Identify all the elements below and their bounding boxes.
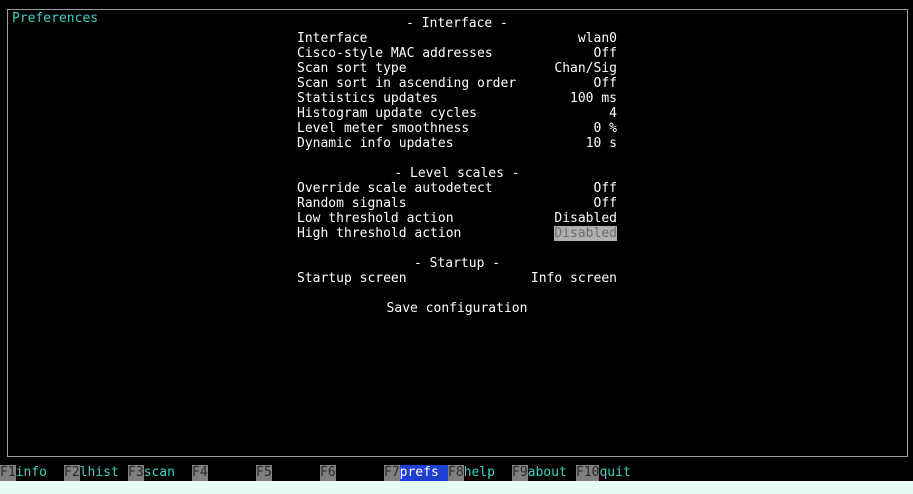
pref-row-override-scale[interactable]: Override scale autodetect Off [297,181,617,196]
fkey-number: F6 [320,465,336,481]
pref-value[interactable]: 4 [609,106,617,121]
pref-label: Random signals [297,196,407,211]
pref-row-scan-sort-type[interactable]: Scan sort type Chan/Sig [297,61,617,76]
fkey-number: F3 [128,465,144,481]
pref-label: Interface [297,31,368,46]
fkey-label [272,465,320,481]
section-heading-interface: - Interface - [406,16,508,31]
pref-row-scan-sort-ascending[interactable]: Scan sort in ascending order Off [297,76,617,91]
preferences-menu: - Interface - Interface wlan0 Cisco-styl… [297,16,617,316]
fkey-label: info [15,465,47,480]
pref-row-histogram-cycles[interactable]: Histogram update cycles 4 [297,106,617,121]
function-key-bar: F1 info F2 lhist F3 scan F4 F5 F6 F7 prefs F… [0,465,913,481]
pref-label: Statistics updates [297,91,438,106]
fkey-label: prefs [399,465,448,481]
fkey-label: quit [599,465,631,480]
fkey-f6[interactable]: F6 [320,465,384,481]
pref-row-dynamic-info-updates[interactable]: Dynamic info updates 10 s [297,136,617,151]
pref-row-level-meter-smoothness[interactable]: Level meter smoothness 0 % [297,121,617,136]
pref-label: Scan sort in ascending order [297,76,517,91]
fkey-info[interactable]: F1 info [0,465,64,481]
terminal-bottom-strip [0,481,913,494]
pref-value[interactable]: 0 % [594,121,617,136]
pref-label: Low threshold action [297,211,454,226]
pref-row-low-threshold[interactable]: Low threshold action Disabled [297,211,617,226]
pref-value[interactable]: Chan/Sig [554,61,617,76]
pref-row-random-signals[interactable]: Random signals Off [297,196,617,211]
fkey-label [336,465,384,481]
fkey-number: F9 [512,465,528,481]
pref-value[interactable]: 100 ms [570,91,617,106]
fkey-label: scan [143,465,175,480]
pref-row-high-threshold[interactable]: High threshold action Disabled [297,226,617,241]
fkey-number: F5 [256,465,272,481]
fkey-number: F1 [0,465,16,481]
pref-label: High threshold action [297,226,462,241]
pref-value[interactable]: Disabled [554,211,617,226]
pref-label: Startup screen [297,271,407,286]
pref-row-startup-screen[interactable]: Startup screen Info screen [297,271,617,286]
fkey-number: F8 [448,465,464,481]
pref-label: Level meter smoothness [297,121,470,136]
pref-label: Cisco-style MAC addresses [297,46,493,61]
pref-value-selected[interactable]: Disabled [554,226,617,241]
pref-value[interactable]: Off [594,196,617,211]
pref-value[interactable]: Off [594,181,617,196]
pref-row-statistics-updates[interactable]: Statistics updates 100 ms [297,91,617,106]
fkey-quit[interactable]: F10 quit [576,465,640,481]
pref-label: Histogram update cycles [297,106,478,121]
section-heading-level-scales: - Level scales - [394,166,520,181]
save-configuration-button[interactable]: Save configuration [297,301,617,316]
fkey-label: about [527,465,567,480]
fkey-help[interactable]: F8 help [448,465,512,481]
pref-value[interactable]: Info screen [531,271,617,286]
fkey-scan[interactable]: F3 scan [128,465,192,481]
pref-value[interactable]: Off [594,46,617,61]
fkey-label: help [463,465,495,480]
fkey-number: F7 [384,465,400,481]
fkey-lhist[interactable]: F2 lhist [64,465,128,481]
pref-label: Scan sort type [297,61,407,76]
window-title: Preferences [11,11,100,26]
fkey-number: F4 [192,465,208,481]
pref-row-interface[interactable]: Interface wlan0 [297,31,617,46]
fkey-f5[interactable]: F5 [256,465,320,481]
fkey-label: lhist [79,465,119,480]
fkey-prefs[interactable]: F7 prefs [384,465,448,481]
pref-value[interactable]: 10 s [586,136,617,151]
fkey-number: F2 [64,465,80,481]
pref-value[interactable]: Off [594,76,617,91]
fkey-label [208,465,256,481]
fkey-f4[interactable]: F4 [192,465,256,481]
section-heading-startup: - Startup - [413,256,501,271]
pref-row-cisco-mac[interactable]: Cisco-style MAC addresses Off [297,46,617,61]
pref-label: Dynamic info updates [297,136,454,151]
fkey-about[interactable]: F9 about [512,465,576,481]
fkey-number: F10 [576,465,600,481]
pref-value[interactable]: wlan0 [578,31,617,46]
pref-label: Override scale autodetect [297,181,493,196]
